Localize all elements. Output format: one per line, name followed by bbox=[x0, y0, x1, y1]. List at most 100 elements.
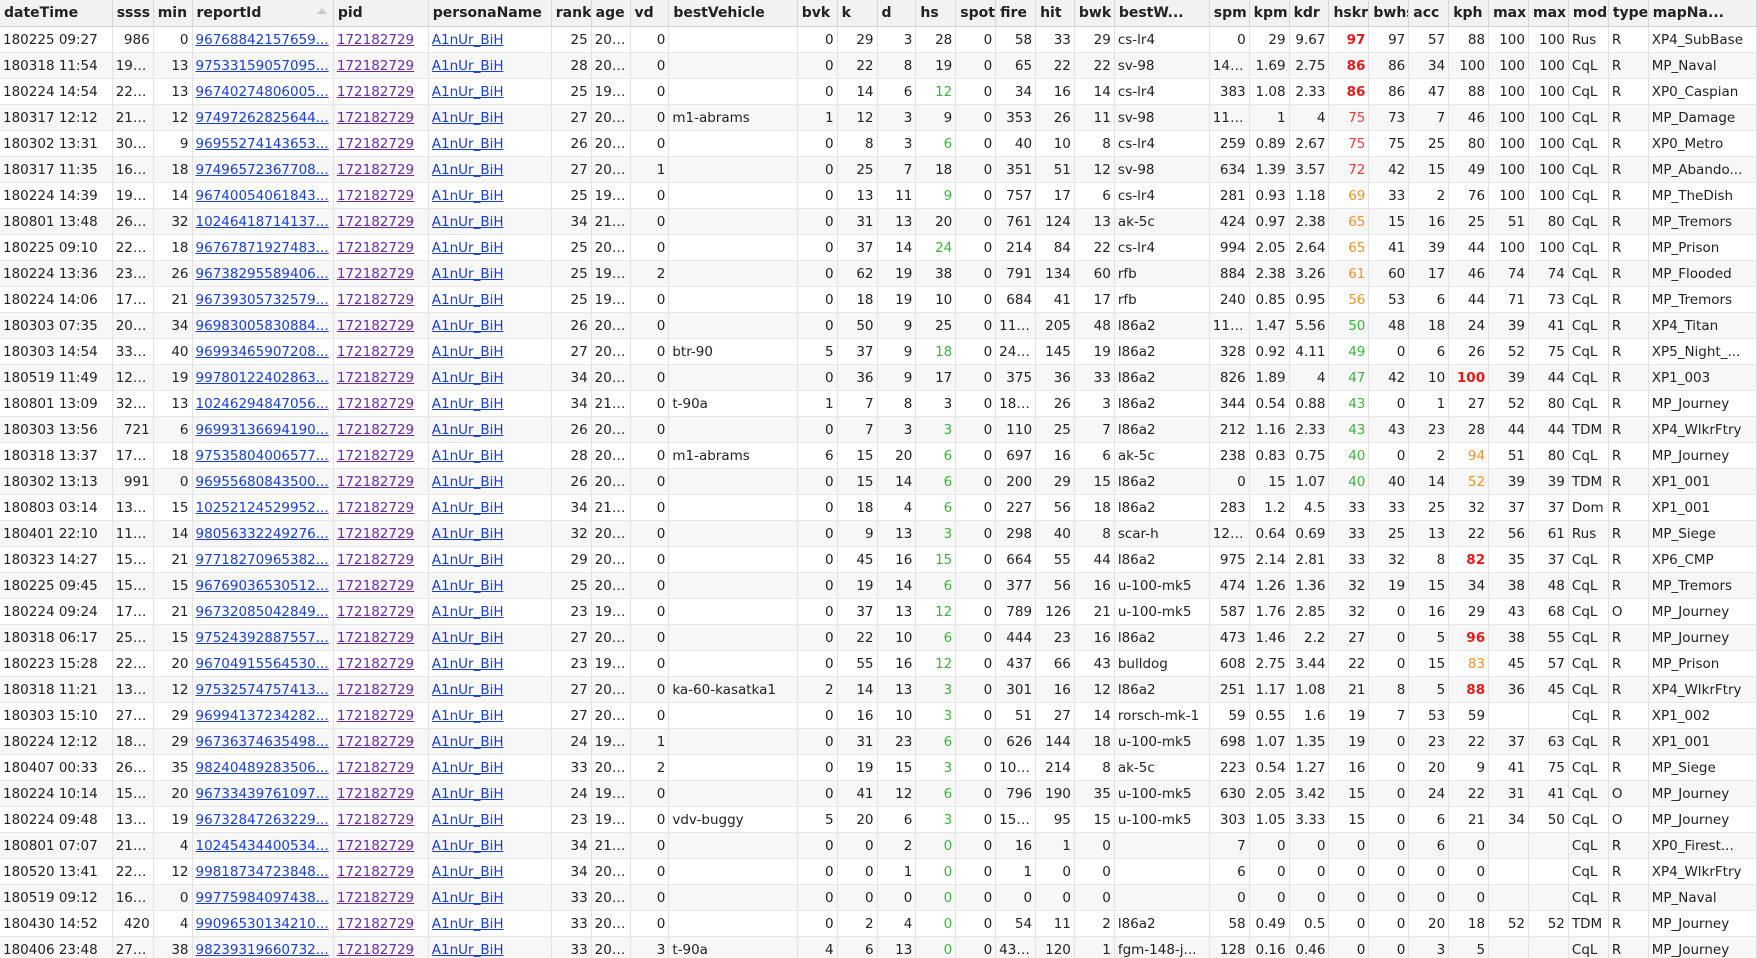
reportId-link[interactable]: 96740054061843... bbox=[196, 188, 329, 204]
table-row[interactable]: 180801 07:07 2104 4 10245434400534... 172182… bbox=[0, 832, 1757, 859]
column-header-hskr[interactable]: hskr bbox=[1328, 0, 1370, 27]
table-row[interactable]: 180318 11:54 1929 13 97533159057095... 17218… bbox=[0, 52, 1757, 79]
personaName-link[interactable]: A1nUr_BiH bbox=[432, 734, 504, 750]
table-row[interactable]: 180430 14:52 420 4 99096530134210... 1721827… bbox=[0, 910, 1757, 937]
reportId-link[interactable]: 99096530134210... bbox=[196, 916, 329, 932]
table-row[interactable]: 180401 22:10 1153 14 98056332249276... 17218… bbox=[0, 520, 1757, 547]
personaName-link[interactable]: A1nUr_BiH bbox=[432, 474, 504, 490]
reportId-link[interactable]: 97533159057095... bbox=[196, 58, 329, 74]
pid-link[interactable]: 172182729 bbox=[337, 500, 414, 516]
pid-link[interactable]: 172182729 bbox=[337, 240, 414, 256]
column-header-fire[interactable]: fire bbox=[995, 0, 1037, 27]
table-row[interactable]: 180519 11:49 1221 19 99780122402863... 17218… bbox=[0, 364, 1757, 391]
pid-link[interactable]: 172182729 bbox=[337, 162, 414, 178]
column-header-ssss[interactable]: ssss bbox=[112, 0, 154, 27]
pid-link[interactable]: 172182729 bbox=[337, 942, 414, 958]
pid-link[interactable]: 172182729 bbox=[337, 292, 414, 308]
personaName-link[interactable]: A1nUr_BiH bbox=[432, 422, 504, 438]
reportId-link[interactable]: 96768842157659... bbox=[196, 32, 329, 48]
column-header-vd[interactable]: vd bbox=[630, 0, 670, 27]
pid-link[interactable]: 172182729 bbox=[337, 136, 414, 152]
column-header-max1[interactable]: max bbox=[1488, 0, 1529, 27]
personaName-link[interactable]: A1nUr_BiH bbox=[432, 760, 504, 776]
reportId-link[interactable]: 10245434400534... bbox=[196, 838, 329, 854]
reportId-link[interactable]: 96983005830884... bbox=[196, 318, 329, 334]
reportId-link[interactable]: 96767871927483... bbox=[196, 240, 329, 256]
column-header-rank[interactable]: rank bbox=[551, 0, 592, 27]
personaName-link[interactable]: A1nUr_BiH bbox=[432, 110, 504, 126]
reportId-link[interactable]: 10246418714137... bbox=[196, 214, 329, 230]
pid-link[interactable]: 172182729 bbox=[337, 812, 414, 828]
personaName-link[interactable]: A1nUr_BiH bbox=[432, 578, 504, 594]
personaName-link[interactable]: A1nUr_BiH bbox=[432, 370, 504, 386]
reportId-link[interactable]: 97532574757413... bbox=[196, 682, 329, 698]
table-row[interactable]: 180318 11:21 1329 12 97532574757413... 17218… bbox=[0, 676, 1757, 703]
table-row[interactable]: 180318 06:17 2588 15 97524392887557... 17218… bbox=[0, 624, 1757, 651]
personaName-link[interactable]: A1nUr_BiH bbox=[432, 552, 504, 568]
column-header-spot[interactable]: spot bbox=[955, 0, 997, 27]
personaName-link[interactable]: A1nUr_BiH bbox=[432, 942, 504, 958]
column-header-reportId[interactable]: reportId bbox=[192, 0, 334, 27]
column-header-max2[interactable]: max bbox=[1528, 0, 1569, 27]
column-header-spm[interactable]: spm bbox=[1209, 0, 1250, 27]
table-row[interactable]: 180317 12:12 2173 12 97497262825644... 17218… bbox=[0, 104, 1757, 131]
pid-link[interactable]: 172182729 bbox=[337, 864, 414, 880]
column-header-mapName[interactable]: mapNa... bbox=[1648, 0, 1757, 27]
table-row[interactable]: 180323 14:27 1538 21 97718270965382... 17218… bbox=[0, 546, 1757, 573]
pid-link[interactable]: 172182729 bbox=[337, 890, 414, 906]
reportId-link[interactable]: 97718270965382... bbox=[196, 552, 329, 568]
column-header-mod[interactable]: mod bbox=[1568, 0, 1609, 27]
pid-link[interactable]: 172182729 bbox=[337, 422, 414, 438]
reportId-link[interactable]: 96994137234282... bbox=[196, 708, 329, 724]
reportId-link[interactable]: 96955680843500... bbox=[196, 474, 329, 490]
table-row[interactable]: 180224 09:48 1349 19 96732847263229... 17218… bbox=[0, 806, 1757, 833]
column-header-pid[interactable]: pid bbox=[333, 0, 429, 27]
personaName-link[interactable]: A1nUr_BiH bbox=[432, 890, 504, 906]
pid-link[interactable]: 172182729 bbox=[337, 84, 414, 100]
column-header-acc[interactable]: acc bbox=[1408, 0, 1450, 27]
pid-link[interactable]: 172182729 bbox=[337, 656, 414, 672]
table-row[interactable]: 180224 10:14 1508 20 96733439761097... 17218… bbox=[0, 780, 1757, 807]
pid-link[interactable]: 172182729 bbox=[337, 32, 414, 48]
column-header-bestVehicle[interactable]: bestVehicle bbox=[668, 0, 798, 27]
personaName-link[interactable]: A1nUr_BiH bbox=[432, 916, 504, 932]
table-row[interactable]: 180223 15:28 2279 20 96704915564530... 17218… bbox=[0, 650, 1757, 677]
reportId-link[interactable]: 97535804006577... bbox=[196, 448, 329, 464]
pid-link[interactable]: 172182729 bbox=[337, 734, 414, 750]
table-row[interactable]: 180224 12:12 1859 29 96736374635498... 17218… bbox=[0, 728, 1757, 755]
table-row[interactable]: 180303 14:54 3382 40 96993465907208... 17218… bbox=[0, 338, 1757, 365]
column-header-d[interactable]: d bbox=[877, 0, 917, 27]
reportId-link[interactable]: 96740274806005... bbox=[196, 84, 329, 100]
table-row[interactable]: 180302 13:31 3066 9 96955274143653... 172182… bbox=[0, 130, 1757, 157]
reportId-link[interactable]: 96993465907208... bbox=[196, 344, 329, 360]
personaName-link[interactable]: A1nUr_BiH bbox=[432, 526, 504, 542]
reportId-link[interactable]: 98240489283506... bbox=[196, 760, 329, 776]
reportId-link[interactable]: 98056332249276... bbox=[196, 526, 329, 542]
table-row[interactable]: 180224 14:54 2287 13 96740274806005... 17218… bbox=[0, 78, 1757, 105]
table-row[interactable]: 180225 09:10 2246 18 96767871927483... 17218… bbox=[0, 234, 1757, 261]
reportId-link[interactable]: 96704915564530... bbox=[196, 656, 329, 672]
column-header-hit[interactable]: hit bbox=[1035, 0, 1075, 27]
table-row[interactable]: 180407 00:33 2663 35 98240489283506... 17218… bbox=[0, 754, 1757, 781]
column-header-bwk[interactable]: bwk bbox=[1074, 0, 1115, 27]
reportId-link[interactable]: 10252124529952... bbox=[196, 500, 329, 516]
reportId-link[interactable]: 96738295589406... bbox=[196, 266, 329, 282]
personaName-link[interactable]: A1nUr_BiH bbox=[432, 266, 504, 282]
reportId-link[interactable]: 96732847263229... bbox=[196, 812, 329, 828]
pid-link[interactable]: 172182729 bbox=[337, 916, 414, 932]
column-header-kdr[interactable]: kdr bbox=[1289, 0, 1330, 27]
reportId-link[interactable]: 97496572367708... bbox=[196, 162, 329, 178]
reportId-link[interactable]: 99775984097438... bbox=[196, 890, 329, 906]
table-row[interactable]: 180225 09:45 1585 15 96769036530512... 17218… bbox=[0, 572, 1757, 599]
reportId-link[interactable]: 97524392887557... bbox=[196, 630, 329, 646]
table-row[interactable]: 180303 15:10 2783 29 96994137234282... 17218… bbox=[0, 702, 1757, 729]
column-header-bwhs[interactable]: bwhs bbox=[1368, 0, 1410, 27]
pid-link[interactable]: 172182729 bbox=[337, 760, 414, 776]
personaName-link[interactable]: A1nUr_BiH bbox=[432, 786, 504, 802]
column-header-min[interactable]: min bbox=[153, 0, 193, 27]
column-header-dateTime[interactable]: dateTime bbox=[0, 0, 113, 27]
reportId-link[interactable]: 96993136694190... bbox=[196, 422, 329, 438]
personaName-link[interactable]: A1nUr_BiH bbox=[432, 838, 504, 854]
pid-link[interactable]: 172182729 bbox=[337, 604, 414, 620]
column-header-kph[interactable]: kph bbox=[1448, 0, 1490, 27]
